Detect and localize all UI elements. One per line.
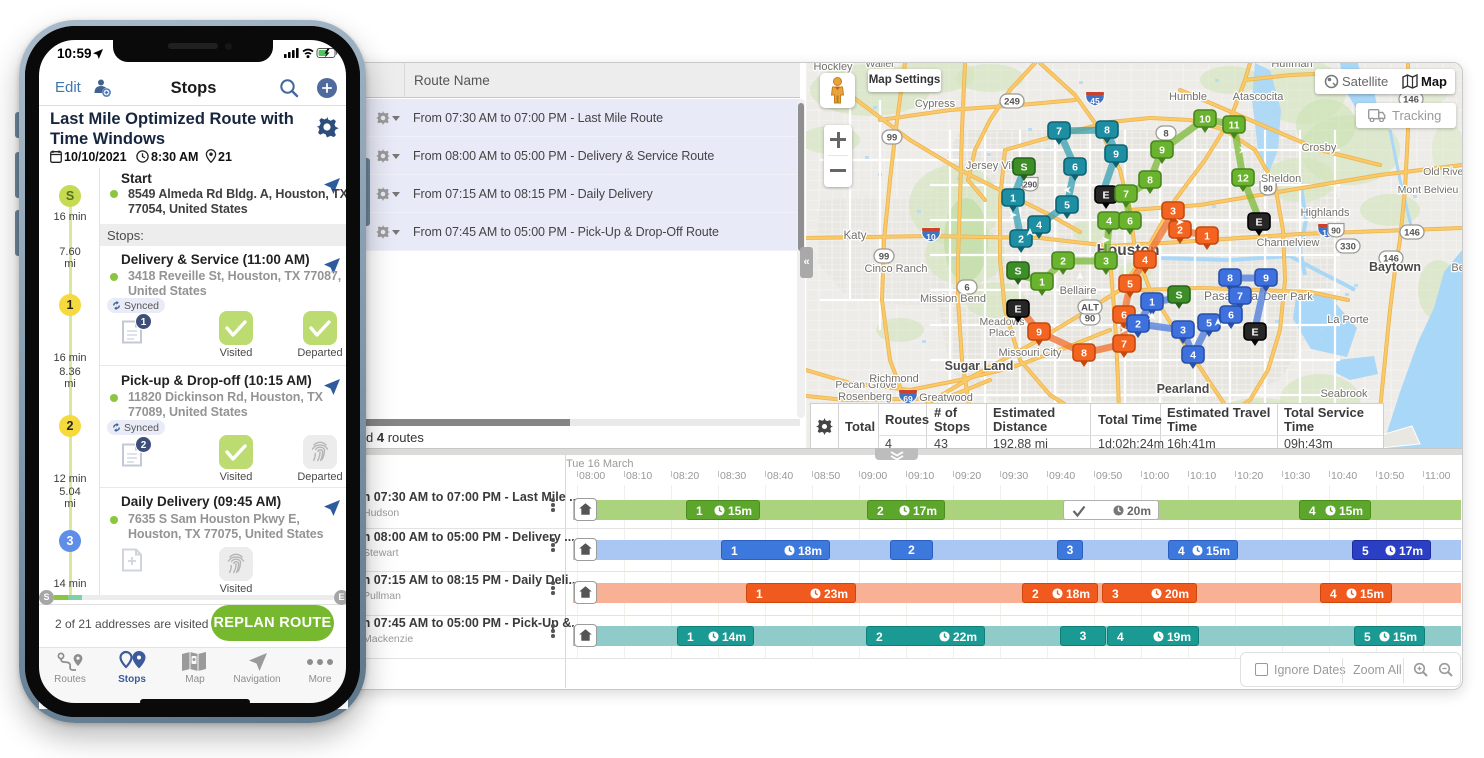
svg-text:90: 90 [1263, 184, 1273, 194]
svg-text:1: 1 [1149, 297, 1155, 309]
svg-text:9: 9 [1036, 327, 1042, 339]
svg-text:7: 7 [1237, 291, 1243, 303]
svg-text:8: 8 [1227, 273, 1233, 285]
svg-text:6: 6 [964, 283, 969, 294]
svg-text:4: 4 [1106, 216, 1112, 228]
svg-text:Beach: Beach [1451, 262, 1462, 274]
svg-text:Deer Park: Deer Park [1263, 291, 1313, 303]
svg-text:4: 4 [1142, 255, 1148, 267]
svg-text:7: 7 [1056, 126, 1062, 138]
svg-text:Place: Place [989, 327, 1015, 339]
svg-text:12: 12 [1237, 173, 1249, 185]
svg-text:Sheldon: Sheldon [1261, 173, 1301, 185]
svg-text:3: 3 [1103, 256, 1109, 268]
svg-text:99: 99 [887, 133, 898, 144]
svg-text:5: 5 [1064, 200, 1070, 212]
svg-text:5: 5 [1206, 318, 1212, 330]
svg-text:8: 8 [1147, 175, 1153, 187]
svg-text:Hockley: Hockley [813, 63, 853, 73]
svg-text:4: 4 [1190, 350, 1196, 362]
svg-text:2: 2 [1135, 319, 1141, 331]
svg-text:Cinco Ranch: Cinco Ranch [865, 263, 928, 275]
svg-text:10: 10 [926, 232, 936, 242]
svg-text:146: 146 [1404, 228, 1420, 239]
svg-text:Old River: Old River [1423, 166, 1462, 178]
svg-text:Pearland: Pearland [1157, 382, 1210, 396]
svg-text:Seabrook: Seabrook [1320, 388, 1368, 400]
svg-text:1: 1 [1010, 193, 1016, 205]
svg-text:6: 6 [1127, 216, 1133, 228]
svg-text:Katy: Katy [843, 230, 866, 242]
svg-text:S: S [1014, 266, 1021, 278]
svg-text:Atascocita: Atascocita [1233, 91, 1285, 103]
svg-text:9: 9 [1263, 273, 1269, 285]
svg-text:7: 7 [1121, 339, 1127, 351]
svg-text:Bellaire: Bellaire [1060, 285, 1097, 297]
svg-text:Missouri City: Missouri City [999, 347, 1062, 359]
svg-text:Huffman: Huffman [1271, 63, 1312, 70]
svg-text:ALT: ALT [1081, 303, 1099, 314]
svg-text:8: 8 [1104, 125, 1110, 137]
svg-text:90: 90 [1085, 314, 1096, 325]
svg-text:2: 2 [1060, 256, 1066, 268]
svg-text:S: S [1175, 290, 1182, 302]
svg-text:Baytown: Baytown [1369, 260, 1421, 274]
svg-text:8: 8 [1163, 129, 1168, 140]
svg-text:E: E [1251, 327, 1258, 339]
svg-text:7: 7 [1123, 189, 1129, 201]
svg-text:E: E [1102, 190, 1109, 202]
svg-text:249: 249 [1004, 97, 1020, 108]
svg-text:99: 99 [879, 252, 890, 263]
svg-text:Mont Belvieu: Mont Belvieu [1398, 184, 1459, 196]
svg-text:Rosenberg: Rosenberg [838, 391, 892, 403]
svg-text:4: 4 [1036, 220, 1042, 232]
svg-text:Crosby: Crosby [1302, 142, 1337, 154]
svg-text:330: 330 [1340, 242, 1356, 253]
svg-text:45: 45 [1090, 96, 1100, 106]
svg-text:1: 1 [1204, 231, 1210, 243]
svg-text:La Porte: La Porte [1327, 314, 1369, 326]
svg-text:90: 90 [1331, 226, 1341, 236]
svg-text:290: 290 [1023, 180, 1037, 190]
svg-text:6: 6 [1121, 310, 1127, 322]
svg-text:Humble: Humble [1169, 91, 1207, 103]
svg-text:10: 10 [1199, 114, 1211, 126]
svg-text:9: 9 [1113, 149, 1119, 161]
svg-text:3: 3 [1170, 206, 1176, 218]
svg-text:2: 2 [1177, 225, 1183, 237]
svg-text:Channelview: Channelview [1257, 237, 1320, 249]
svg-text:11: 11 [1228, 120, 1239, 132]
svg-text:1: 1 [1039, 277, 1045, 289]
svg-text:8: 8 [1081, 348, 1087, 360]
svg-text:Sugar Land: Sugar Land [945, 359, 1014, 373]
svg-text:9: 9 [1159, 145, 1165, 157]
svg-text:S: S [1020, 162, 1027, 174]
svg-text:5: 5 [1127, 279, 1133, 291]
svg-text:E: E [1014, 304, 1021, 316]
svg-text:2: 2 [1018, 234, 1024, 246]
svg-text:Highlands: Highlands [1301, 207, 1350, 219]
svg-text:Cypress: Cypress [915, 98, 956, 110]
svg-text:Richmond: Richmond [869, 373, 919, 385]
svg-text:6: 6 [1228, 310, 1234, 322]
svg-text:Mission Bend: Mission Bend [920, 293, 986, 305]
svg-text:3: 3 [1180, 325, 1186, 337]
svg-text:6: 6 [1072, 162, 1078, 174]
svg-text:E: E [1255, 217, 1262, 229]
